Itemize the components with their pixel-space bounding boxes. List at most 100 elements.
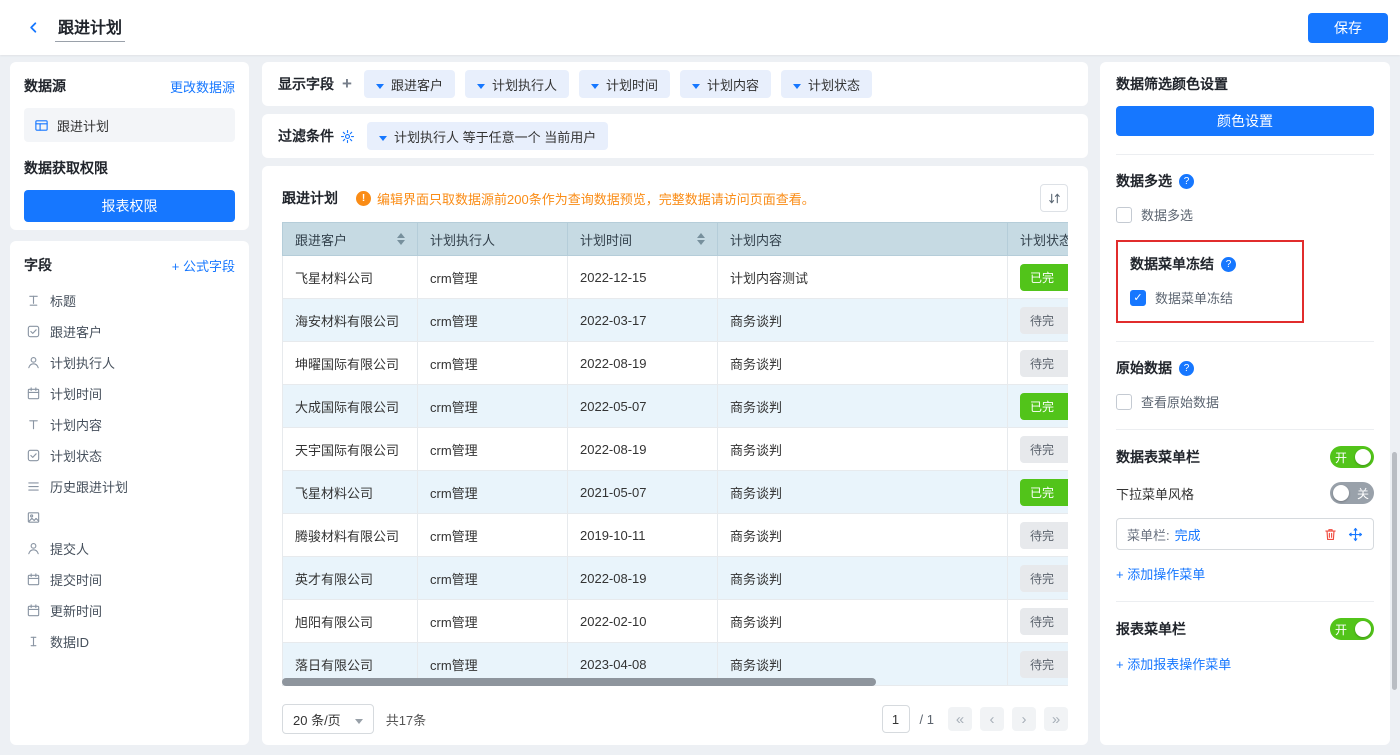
chevron-down-icon — [376, 82, 384, 87]
back-icon[interactable] — [26, 20, 41, 35]
chevron-down-icon — [793, 82, 801, 87]
field-item[interactable]: 数据ID — [24, 626, 235, 657]
field-item[interactable]: 提交人 — [24, 533, 235, 564]
next-page-button[interactable]: › — [1012, 707, 1036, 731]
raw-data-checkbox-row[interactable]: 查看原始数据 — [1116, 392, 1374, 411]
display-field-chip[interactable]: 跟进客户 — [364, 70, 455, 98]
report-permission-button[interactable]: 报表权限 — [24, 190, 235, 222]
status-badge: 待完 — [1020, 651, 1068, 678]
field-item[interactable]: 跟进客户 — [24, 316, 235, 347]
toggle-on-label: 开 — [1333, 449, 1349, 466]
calendar-icon — [26, 386, 41, 401]
field-item[interactable]: 计划时间 — [24, 378, 235, 409]
last-page-button[interactable]: » — [1044, 707, 1068, 731]
question-icon[interactable]: ? — [1179, 174, 1194, 189]
datasource-item[interactable]: 跟进计划 — [24, 108, 235, 142]
change-datasource-link[interactable]: 更改数据源 — [170, 77, 235, 96]
field-item[interactable]: 计划内容 — [24, 409, 235, 440]
cell-time: 2022-02-10 — [568, 600, 718, 643]
column-label: 计划状态 — [1020, 230, 1068, 249]
table-row[interactable]: 腾骏材料有限公司crm管理2019-10-11商务谈判待完 — [283, 514, 1069, 557]
field-item[interactable]: 历史跟进计划 — [24, 471, 235, 502]
page-size-select[interactable]: 20 条/页 — [282, 704, 374, 734]
field-item[interactable]: 提交时间 — [24, 564, 235, 595]
table-row[interactable]: 飞星材料公司crm管理2022-12-15计划内容测试已完 — [283, 256, 1069, 299]
table-icon — [34, 118, 49, 133]
page-size-value: 20 条/页 — [293, 710, 341, 729]
table-sort-button[interactable] — [1040, 184, 1068, 212]
question-icon[interactable]: ? — [1179, 361, 1194, 376]
field-item[interactable]: 标题 — [24, 285, 235, 316]
menu-freeze-checkbox-row[interactable]: ✓ 数据菜单冻结 — [1130, 288, 1286, 307]
cell-status: 待完 — [1008, 600, 1069, 643]
menu-item-prefix: 菜单栏: — [1127, 525, 1170, 544]
checkbox-unchecked-icon[interactable] — [1116, 207, 1132, 223]
save-button[interactable]: 保存 — [1308, 13, 1388, 43]
gear-icon[interactable] — [340, 129, 355, 144]
report-menu-toggle[interactable]: 开 — [1330, 618, 1374, 640]
chevron-down-icon — [692, 82, 700, 87]
table-row[interactable]: 大成国际有限公司crm管理2022-05-07商务谈判已完 — [283, 385, 1069, 428]
cell-time: 2022-05-07 — [568, 385, 718, 428]
display-field-chip[interactable]: 计划内容 — [680, 70, 771, 98]
chip-label: 计划执行人 — [492, 75, 557, 94]
color-settings-button[interactable]: 颜色设置 — [1116, 106, 1374, 136]
field-label: 计划内容 — [50, 415, 102, 434]
add-formula-field-link[interactable]: + 公式字段 — [172, 256, 235, 275]
id-icon — [26, 634, 41, 649]
table-row[interactable]: 坤曜国际有限公司crm管理2022-08-19商务谈判待完 — [283, 342, 1069, 385]
calendar-icon — [26, 572, 41, 587]
menu-item-value[interactable]: 完成 — [1175, 525, 1201, 544]
field-item[interactable]: 计划执行人 — [24, 347, 235, 378]
sort-icon[interactable] — [697, 233, 705, 245]
chevron-down-icon — [477, 82, 485, 87]
checkbox-checked-icon[interactable]: ✓ — [1130, 290, 1146, 306]
field-item[interactable]: 更新时间 — [24, 595, 235, 626]
sort-icon[interactable] — [397, 233, 405, 245]
table-row[interactable]: 飞星材料公司crm管理2021-05-07商务谈判已完 — [283, 471, 1069, 514]
field-item[interactable]: 计划状态 — [24, 440, 235, 471]
cell-customer: 天宇国际有限公司 — [283, 428, 418, 471]
table-menu-toggle[interactable]: 开 — [1330, 446, 1374, 468]
field-label: 跟进客户 — [50, 322, 102, 341]
check-icon: ✓ — [1133, 291, 1142, 304]
filter-condition-chip[interactable]: 计划执行人 等于任意一个 当前用户 — [367, 122, 608, 150]
column-header[interactable]: 跟进客户 — [283, 223, 418, 256]
add-report-menu-link[interactable]: + 添加报表操作菜单 — [1116, 654, 1231, 673]
table-row[interactable]: 天宇国际有限公司crm管理2022-08-19商务谈判待完 — [283, 428, 1069, 471]
dropdown-style-toggle[interactable]: 关 — [1330, 482, 1374, 504]
cell-content: 商务谈判 — [718, 385, 1008, 428]
fields-panel: 字段 + 公式字段 标题跟进客户计划执行人计划时间计划内容计划状态历史跟进计划提… — [10, 241, 249, 745]
image-icon — [26, 510, 41, 525]
multi-select-checkbox-row[interactable]: 数据多选 — [1116, 205, 1374, 224]
table-row[interactable]: 英才有限公司crm管理2022-08-19商务谈判待完 — [283, 557, 1069, 600]
current-page-input[interactable]: 1 — [882, 705, 910, 733]
chip-label: 计划时间 — [606, 75, 658, 94]
menu-bar-item[interactable]: 菜单栏: 完成 — [1116, 518, 1374, 550]
display-field-chip[interactable]: 计划执行人 — [465, 70, 569, 98]
cell-status: 已完 — [1008, 471, 1069, 514]
vertical-scrollbar-thumb[interactable] — [1392, 452, 1397, 690]
move-icon[interactable] — [1348, 527, 1363, 542]
trash-icon[interactable] — [1323, 527, 1338, 542]
field-item[interactable] — [24, 502, 235, 533]
question-icon[interactable]: ? — [1221, 257, 1236, 272]
horizontal-scrollbar[interactable] — [282, 678, 1068, 686]
cell-executor: crm管理 — [418, 428, 568, 471]
horizontal-scrollbar-thumb[interactable] — [282, 678, 876, 686]
table-row[interactable]: 海安材料有限公司crm管理2022-03-17商务谈判待完 — [283, 299, 1069, 342]
first-page-button[interactable]: « — [948, 707, 972, 731]
checkbox-unchecked-icon[interactable] — [1116, 394, 1132, 410]
add-action-menu-link[interactable]: + 添加操作菜单 — [1116, 564, 1205, 583]
display-field-chip[interactable]: 计划时间 — [579, 70, 670, 98]
column-label: 计划时间 — [580, 230, 632, 249]
display-field-chip[interactable]: 计划状态 — [781, 70, 872, 98]
cell-customer: 大成国际有限公司 — [283, 385, 418, 428]
column-header[interactable]: 计划时间 — [568, 223, 718, 256]
cell-time: 2022-08-19 — [568, 342, 718, 385]
table-row[interactable]: 旭阳有限公司crm管理2022-02-10商务谈判待完 — [283, 600, 1069, 643]
filter-bar: 过滤条件 计划执行人 等于任意一个 当前用户 — [262, 114, 1088, 158]
prev-page-button[interactable]: ‹ — [980, 707, 1004, 731]
add-display-field-button[interactable]: + — [342, 74, 352, 94]
page-title[interactable]: 跟进计划 — [55, 14, 125, 42]
